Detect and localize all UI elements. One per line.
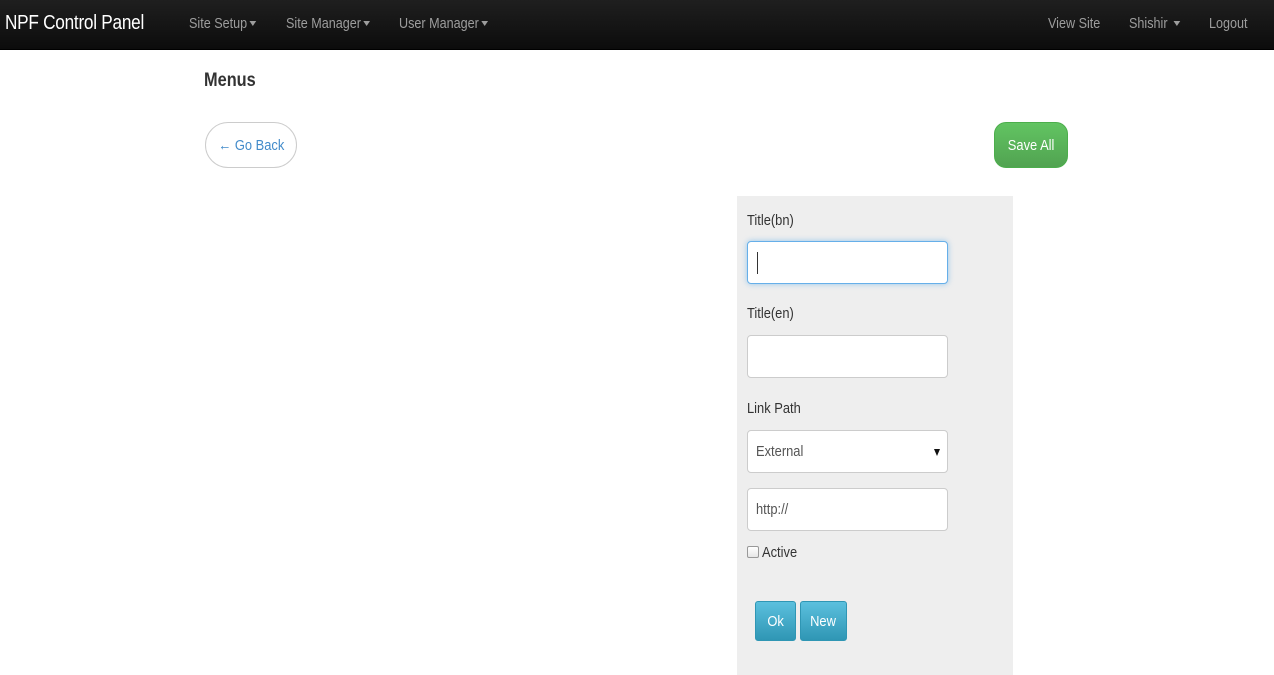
active-checkbox[interactable] xyxy=(747,546,759,558)
nav-site-setup-label: Site Setup xyxy=(189,15,248,32)
new-button[interactable]: New xyxy=(800,601,847,641)
new-label: New xyxy=(810,612,837,630)
active-label: Active xyxy=(762,543,798,561)
ok-button[interactable]: Ok xyxy=(755,601,796,641)
view-site-link[interactable]: View Site xyxy=(1048,15,1100,32)
url-input[interactable]: http:// xyxy=(747,488,948,531)
logout-link[interactable]: Logout xyxy=(1209,15,1248,32)
nav-site-manager-label: Site Manager xyxy=(286,15,361,32)
page-title: Menus xyxy=(204,70,256,91)
go-back-label: ← Go Back xyxy=(218,136,284,154)
nav-user-manager-label: User Manager xyxy=(399,15,479,32)
active-checkbox-row[interactable]: Active xyxy=(747,543,803,561)
nav-site-manager[interactable]: Site Manager xyxy=(286,15,371,32)
user-menu-label: Shishir xyxy=(1129,15,1168,32)
chevron-down-icon xyxy=(363,20,371,26)
title-bn-input[interactable] xyxy=(747,241,948,284)
title-en-label: Title(en) xyxy=(747,305,794,322)
top-navbar: NPF Control Panel Site Setup Site Manage… xyxy=(0,0,1274,50)
chevron-down-icon xyxy=(1173,20,1181,26)
chevron-down-icon xyxy=(481,20,489,26)
title-en-input[interactable] xyxy=(747,335,948,378)
ok-label: Ok xyxy=(767,612,784,630)
save-all-label: Save All xyxy=(1007,136,1055,154)
link-path-label: Link Path xyxy=(747,400,801,417)
nav-user-manager[interactable]: User Manager xyxy=(399,15,489,32)
text-cursor xyxy=(757,252,758,274)
nav-site-setup[interactable]: Site Setup xyxy=(189,15,257,32)
title-bn-label: Title(bn) xyxy=(747,212,794,229)
user-menu[interactable]: Shishir xyxy=(1129,15,1181,32)
dropdown-arrow-icon xyxy=(934,449,940,456)
url-value: http:// xyxy=(756,501,789,518)
go-back-button[interactable]: ← Go Back xyxy=(205,122,297,168)
brand-link[interactable]: NPF Control Panel xyxy=(5,12,144,35)
save-all-button[interactable]: Save All xyxy=(994,122,1068,168)
chevron-down-icon xyxy=(249,20,257,26)
link-path-select[interactable]: External xyxy=(747,430,948,473)
menu-form-panel: Title(bn) Title(en) Link Path External h… xyxy=(737,196,1013,675)
link-path-selected: External xyxy=(756,443,804,460)
